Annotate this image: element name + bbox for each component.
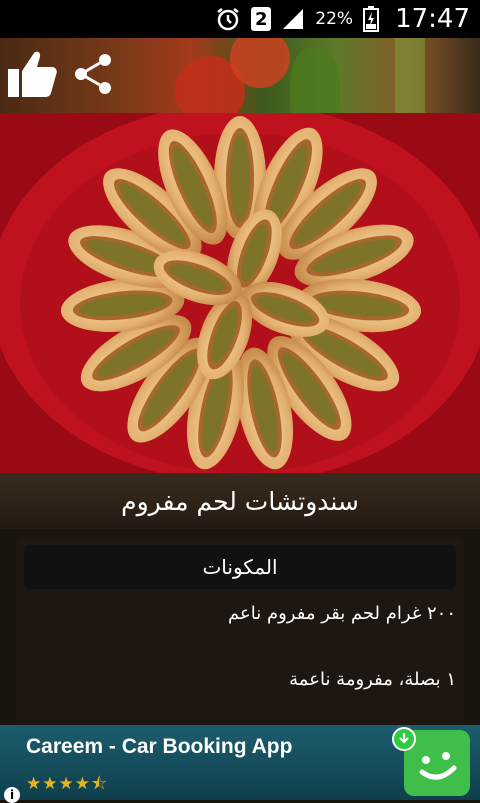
share-button[interactable] bbox=[66, 48, 122, 104]
recipe-image bbox=[0, 113, 480, 473]
recipe-title: سندوتشات لحم مفروم bbox=[121, 486, 359, 516]
like-button[interactable] bbox=[4, 48, 60, 104]
ingredient-item: ٢٠٠ غرام لحم بقر مفروم ناعم bbox=[228, 603, 456, 624]
ingredients-card: المكونات ٢٠٠ غرام لحم بقر مفروم ناعم ١ ب… bbox=[16, 537, 464, 737]
ingredients-header: المكونات bbox=[24, 545, 456, 589]
share-icon bbox=[71, 51, 117, 101]
recipe-title-bar: سندوتشات لحم مفروم bbox=[0, 473, 480, 529]
ad-title[interactable]: Careem - Car Booking App bbox=[26, 735, 292, 759]
download-icon[interactable] bbox=[392, 727, 416, 751]
sim-icon: 2 bbox=[251, 7, 272, 31]
alarm-icon bbox=[215, 6, 241, 32]
signal-icon bbox=[281, 7, 305, 31]
ad-banner[interactable]: Careem - Car Booking App ★★★★⯪ i bbox=[0, 725, 480, 803]
sandwich-platter-illustration bbox=[0, 113, 480, 473]
ad-info-icon[interactable]: i bbox=[4, 787, 20, 803]
top-toolbar bbox=[0, 38, 480, 113]
background-cucumber bbox=[290, 48, 340, 113]
ad-rating-stars: ★★★★⯪ bbox=[26, 774, 109, 794]
ingredients-title: المكونات bbox=[202, 555, 278, 579]
battery-percent: 22% bbox=[315, 9, 354, 29]
ingredient-item: ١ بصلة، مفرومة ناعمة bbox=[289, 669, 456, 690]
thumbs-up-icon bbox=[6, 49, 58, 103]
battery-icon bbox=[363, 6, 380, 32]
background-celery bbox=[395, 38, 425, 113]
status-bar: 2 22% 17:47 bbox=[0, 0, 480, 38]
clock: 17:47 bbox=[395, 4, 470, 34]
